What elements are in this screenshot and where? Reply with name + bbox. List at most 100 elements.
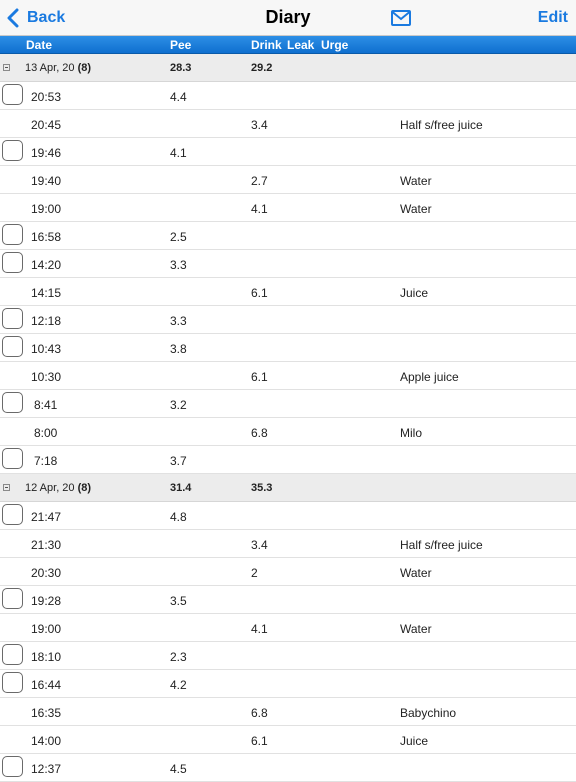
entry-checkbox[interactable] (2, 84, 23, 105)
column-pee[interactable]: Pee (170, 38, 191, 52)
entry-drink: 6.1 (251, 734, 268, 748)
entry-pee: 3.7 (170, 454, 187, 468)
diary-entry-row[interactable]: 8:00 6.8 Milo (0, 418, 576, 446)
entry-note: Water (400, 622, 432, 636)
entry-time: 21:47 (31, 510, 62, 524)
edit-button[interactable]: Edit (538, 9, 568, 27)
entry-time: 14:20 (31, 258, 62, 272)
entry-checkbox[interactable] (2, 336, 23, 357)
entry-checkbox[interactable] (2, 448, 23, 469)
collapse-icon[interactable] (3, 64, 10, 71)
entry-pee: 3.5 (170, 594, 187, 608)
entry-drink: 6.8 (251, 706, 268, 720)
column-leak[interactable]: Leak (287, 38, 314, 52)
entry-time: 19:00 (31, 202, 62, 216)
navigation-bar: Back Diary Edit (0, 0, 576, 36)
entry-time: 19:40 (31, 174, 62, 188)
entry-time: 16:35 (31, 706, 62, 720)
diary-entry-row[interactable]: 14:15 6.1 Juice (0, 278, 576, 306)
entry-time: 8:00 (34, 426, 58, 440)
day-group-header[interactable]: 13 Apr, 20 (8) 28.3 29.2 (0, 54, 576, 82)
page-title: Diary (265, 7, 311, 27)
entry-time: 12:18 (31, 314, 62, 328)
entry-time: 20:45 (31, 118, 62, 132)
entry-checkbox[interactable] (2, 392, 23, 413)
diary-list[interactable]: 13 Apr, 20 (8) 28.3 29.2 20:53 4.4 20:45 3.4 Ha… (0, 54, 576, 782)
column-urge[interactable]: Urge (321, 38, 348, 52)
entry-checkbox[interactable] (2, 756, 23, 777)
chevron-left-icon (7, 8, 19, 28)
group-drink-total: 35.3 (251, 482, 273, 494)
diary-entry-row[interactable]: 16:44 4.2 (0, 670, 576, 698)
entry-note: Water (400, 566, 432, 580)
group-pee-total: 28.3 (170, 62, 192, 74)
diary-entry-row[interactable]: 21:47 4.8 (0, 502, 576, 530)
diary-entry-row[interactable]: 10:43 3.8 (0, 334, 576, 362)
diary-entry-row[interactable]: 8:41 3.2 (0, 390, 576, 418)
diary-entry-row[interactable]: 19:46 4.1 (0, 138, 576, 166)
entry-time: 19:00 (31, 622, 62, 636)
diary-entry-row[interactable]: 19:00 4.1 Water (0, 194, 576, 222)
entry-time: 19:28 (31, 594, 62, 608)
entry-note: Water (400, 174, 432, 188)
entry-drink: 6.1 (251, 286, 268, 300)
entry-checkbox[interactable] (2, 140, 23, 161)
entry-note: Apple juice (400, 370, 459, 384)
column-date[interactable]: Date (26, 38, 52, 52)
entry-note: Juice (400, 286, 429, 300)
collapse-icon[interactable] (3, 484, 10, 491)
diary-entry-row[interactable]: 20:53 4.4 (0, 82, 576, 110)
mail-icon[interactable] (391, 9, 411, 27)
diary-entry-row[interactable]: 16:58 2.5 (0, 222, 576, 250)
back-label: Back (27, 9, 66, 26)
day-group-header[interactable]: 12 Apr, 20 (8) 31.4 35.3 (0, 474, 576, 502)
entry-time: 20:30 (31, 566, 62, 580)
entry-time: 10:43 (31, 342, 62, 356)
entry-pee: 3.3 (170, 258, 187, 272)
diary-entry-row[interactable]: 10:30 6.1 Apple juice (0, 362, 576, 390)
column-drink[interactable]: Drink (251, 38, 282, 52)
entry-checkbox[interactable] (2, 588, 23, 609)
entry-pee: 4.1 (170, 146, 187, 160)
entry-time: 16:58 (31, 230, 62, 244)
entry-time: 8:41 (34, 398, 58, 412)
entry-time: 7:18 (34, 454, 58, 468)
entry-checkbox[interactable] (2, 672, 23, 693)
diary-entry-row[interactable]: 19:28 3.5 (0, 586, 576, 614)
entry-time: 14:15 (31, 286, 62, 300)
entry-drink: 3.4 (251, 118, 268, 132)
entry-pee: 3.8 (170, 342, 187, 356)
diary-entry-row[interactable]: 16:35 6.8 Babychino (0, 698, 576, 726)
diary-entry-row[interactable]: 7:18 3.7 (0, 446, 576, 474)
entry-pee: 3.2 (170, 398, 187, 412)
entry-drink: 2 (251, 566, 258, 580)
diary-entry-row[interactable]: 18:10 2.3 (0, 642, 576, 670)
entry-note: Half s/free juice (400, 538, 483, 552)
diary-entry-row[interactable]: 20:45 3.4 Half s/free juice (0, 110, 576, 138)
diary-entry-row[interactable]: 20:30 2 Water (0, 558, 576, 586)
diary-entry-row[interactable]: 14:20 3.3 (0, 250, 576, 278)
diary-entry-row[interactable]: 14:00 6.1 Juice (0, 726, 576, 754)
group-pee-total: 31.4 (170, 482, 192, 494)
diary-entry-row[interactable]: 12:37 4.5 (0, 754, 576, 782)
entry-checkbox[interactable] (2, 504, 23, 525)
diary-entry-row[interactable]: 21:30 3.4 Half s/free juice (0, 530, 576, 558)
entry-checkbox[interactable] (2, 252, 23, 273)
back-button[interactable]: Back (6, 7, 65, 29)
diary-entry-row[interactable]: 19:40 2.7 Water (0, 166, 576, 194)
entry-time: 14:00 (31, 734, 62, 748)
entry-note: Water (400, 202, 432, 216)
entry-time: 16:44 (31, 678, 62, 692)
entry-pee: 4.2 (170, 678, 187, 692)
entry-note: Milo (400, 426, 423, 440)
entry-pee: 2.3 (170, 650, 187, 664)
entry-checkbox[interactable] (2, 308, 23, 329)
group-date: 13 Apr, 20 (8) (25, 62, 92, 74)
entry-drink: 6.8 (251, 426, 268, 440)
entry-checkbox[interactable] (2, 644, 23, 665)
entry-checkbox[interactable] (2, 224, 23, 245)
diary-entry-row[interactable]: 19:00 4.1 Water (0, 614, 576, 642)
diary-entry-row[interactable]: 12:18 3.3 (0, 306, 576, 334)
entry-note: Babychino (400, 706, 457, 720)
entry-note: Juice (400, 734, 429, 748)
